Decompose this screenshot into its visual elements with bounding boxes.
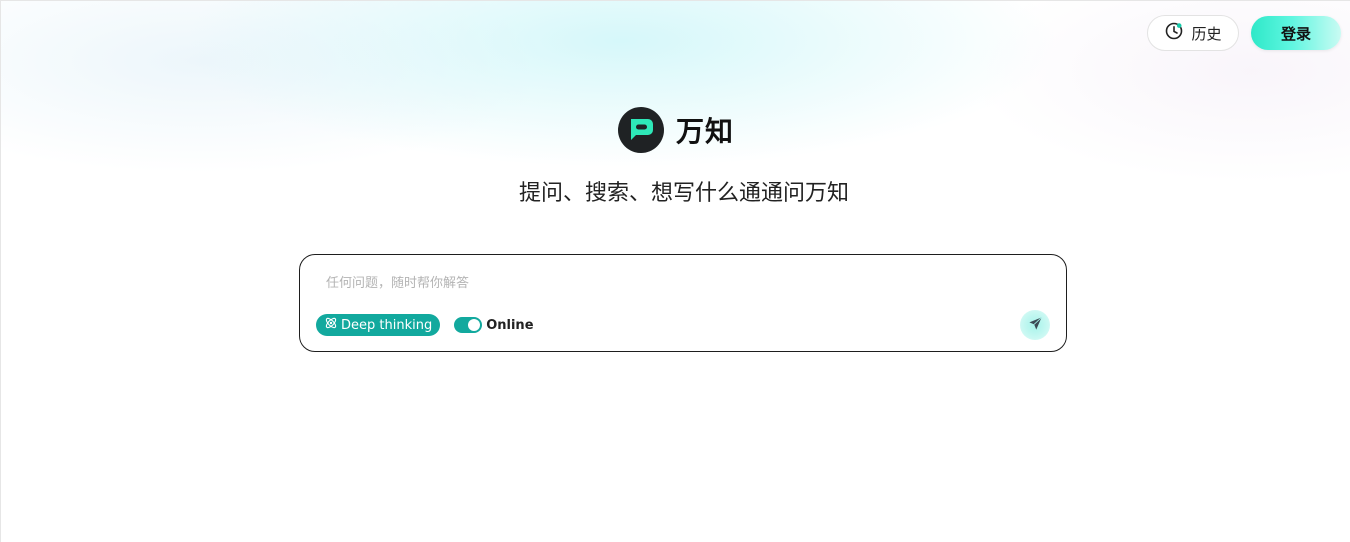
history-button[interactable]: 历史: [1147, 15, 1239, 51]
brand-name: 万知: [675, 115, 734, 148]
switch-knob: [468, 319, 481, 331]
chat-input[interactable]: [326, 269, 1006, 297]
online-toggle[interactable]: Online: [454, 317, 534, 333]
history-clock-icon: [1164, 21, 1184, 45]
chat-controls: Deep thinking Online: [316, 314, 534, 336]
brand: 万知: [1, 107, 1350, 153]
login-label: 登录: [1280, 24, 1311, 43]
tagline: 提问、搜索、想写什么通通问万知: [518, 181, 849, 206]
page: 历史 登录 万知 提问、搜索、想写什么通通问万知 任何问题，随时帮你解答 Dee…: [0, 0, 1350, 542]
deep-thinking-label: Deep thinking: [341, 317, 433, 333]
atom-icon: [324, 316, 338, 334]
online-switch[interactable]: [454, 317, 483, 333]
send-arrow-icon: [1028, 316, 1043, 335]
send-button[interactable]: [1020, 310, 1050, 340]
history-label: 历史: [1191, 24, 1222, 43]
chat-box: Deep thinking Online: [299, 254, 1067, 352]
deep-thinking-button[interactable]: Deep thinking: [316, 314, 441, 336]
chat-bubble-logo-icon: [617, 107, 664, 153]
top-bar: 历史 登录: [1147, 15, 1341, 51]
online-label: Online: [486, 317, 534, 333]
login-button[interactable]: 登录: [1251, 16, 1341, 50]
